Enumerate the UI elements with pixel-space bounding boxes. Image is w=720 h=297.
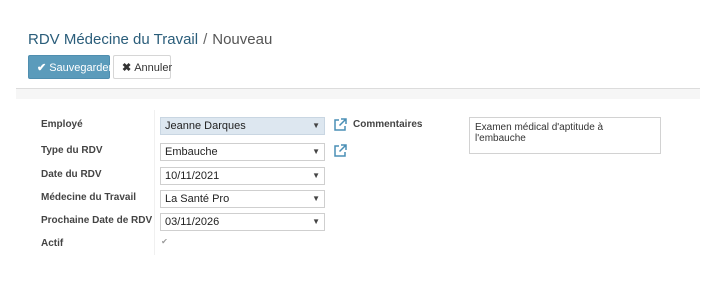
caret-down-icon: ▼ (312, 217, 320, 226)
next-date-input[interactable]: 03/11/2026 ▼ (160, 213, 325, 231)
employee-value: Jeanne Darques (165, 120, 246, 132)
breadcrumb-current: Nouveau (212, 31, 273, 48)
type-value: Embauche (165, 146, 218, 158)
caret-down-icon: ▼ (312, 147, 320, 156)
external-link-icon[interactable] (333, 144, 347, 158)
date-label: Date du RDV (41, 169, 102, 180)
caret-down-icon: ▼ (312, 121, 320, 130)
close-icon: ✖ (122, 62, 132, 74)
date-input[interactable]: 10/11/2021 ▼ (160, 167, 325, 185)
active-label: Actif (41, 238, 64, 249)
active-checkbox[interactable]: ✔ (160, 237, 169, 246)
medecine-label: Médecine du Travail (41, 192, 137, 203)
date-value: 10/11/2021 (165, 170, 220, 182)
next-date-label: Prochaine Date de RDV (41, 215, 153, 226)
caret-down-icon: ▼ (312, 194, 320, 203)
comments-label: Commentaires (353, 119, 423, 130)
cancel-button[interactable]: ✖ Annuler (113, 55, 173, 79)
breadcrumb-parent-link[interactable]: RDV Médecine du Travail (28, 31, 198, 48)
label-column-separator (154, 110, 155, 255)
save-button[interactable]: ✔ Sauvegarder (28, 55, 113, 79)
save-button-label: Sauvegarder (49, 62, 113, 74)
caret-down-icon: ▼ (312, 171, 320, 180)
form-divider (16, 88, 700, 99)
comments-textarea[interactable]: Examen médical d'aptitude à l'embauche (469, 117, 661, 154)
medecine-select[interactable]: La Santé Pro ▼ (160, 190, 325, 208)
type-label: Type du RDV (41, 145, 103, 156)
employee-label: Employé (41, 119, 83, 130)
next-date-value: 03/11/2026 (165, 216, 220, 228)
external-link-icon[interactable] (333, 118, 347, 132)
cancel-button-label: Annuler (134, 62, 173, 74)
type-select[interactable]: Embauche ▼ (160, 143, 325, 161)
medecine-value: La Santé Pro (165, 193, 230, 205)
breadcrumb-separator: / (203, 31, 208, 48)
breadcrumb: RDV Médecine du Travail / Nouveau (28, 31, 272, 48)
employee-select[interactable]: Jeanne Darques ▼ (160, 117, 325, 135)
check-icon: ✔ (37, 62, 47, 74)
